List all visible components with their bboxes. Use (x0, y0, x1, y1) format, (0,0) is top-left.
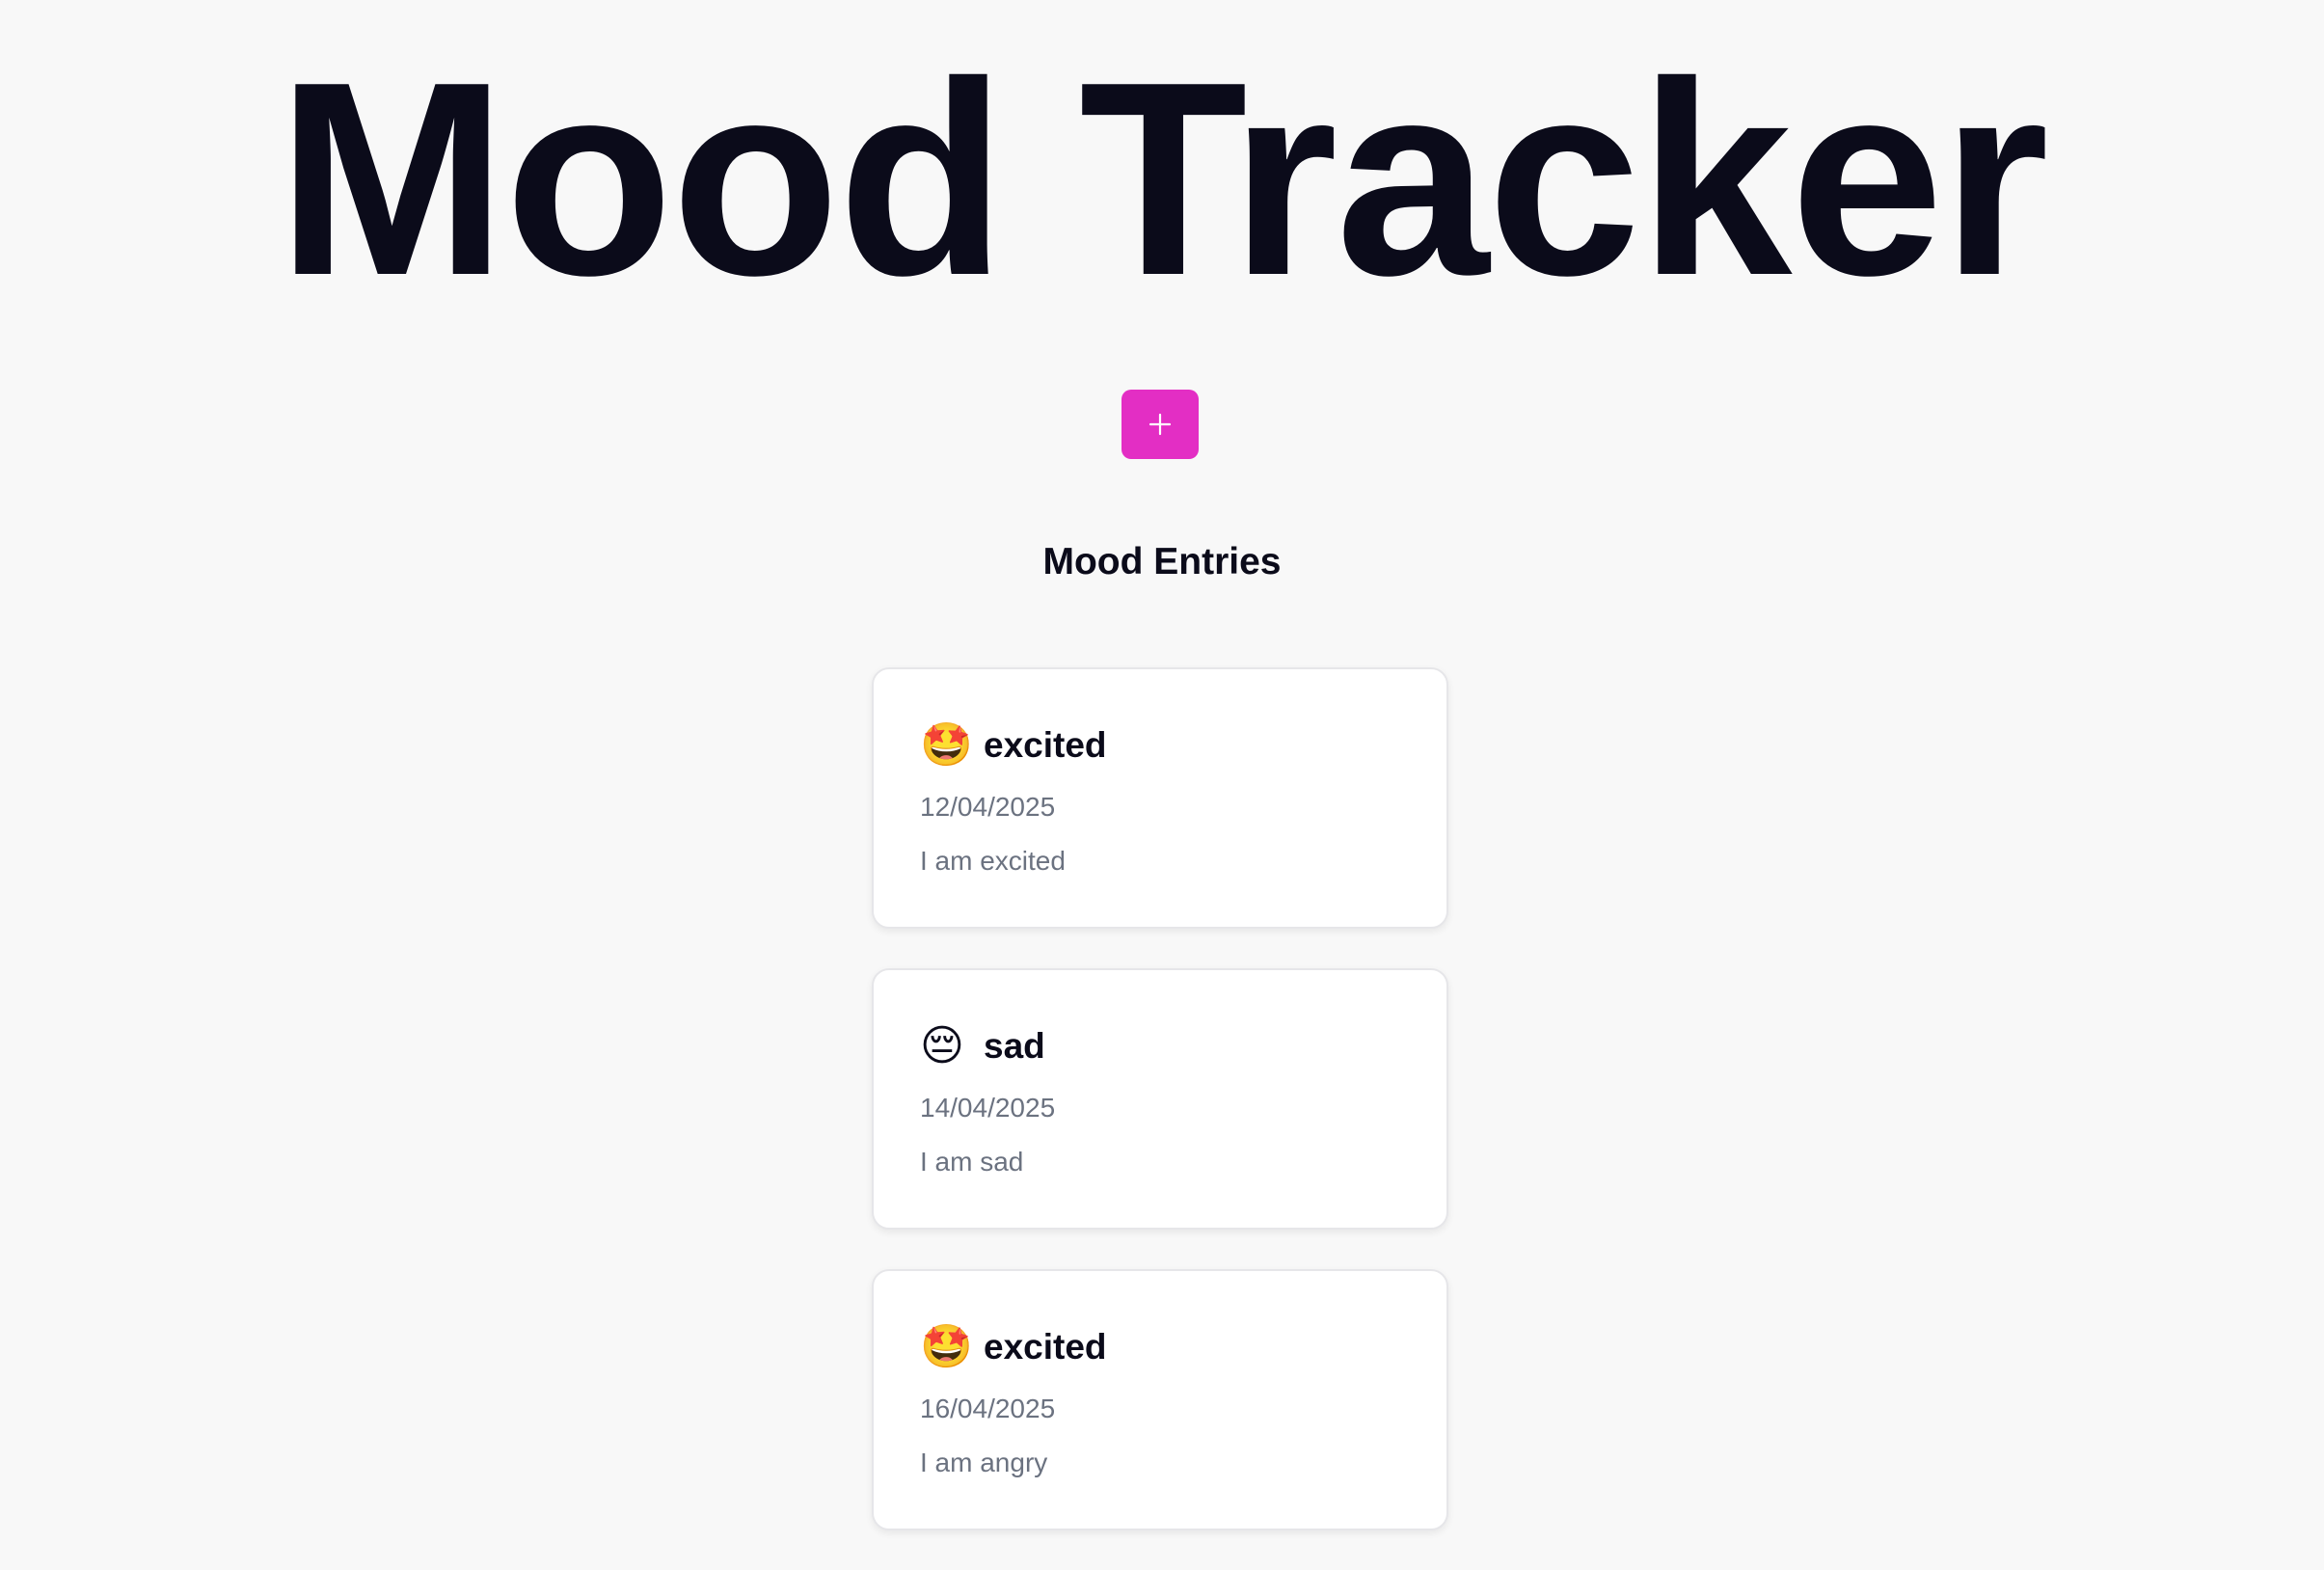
entry-card: 🤩 excited 12/04/2025 I am excited (872, 667, 1448, 929)
entry-header: 🤩 excited (920, 1323, 1107, 1371)
mood-tracker-app: Mood Tracker Mood Entries 🤩 excited 12/0… (0, 0, 2324, 1560)
star-struck-face-icon: 🤩 (920, 1322, 973, 1371)
entry-header: 🤩 excited (920, 721, 1107, 770)
entry-card: 😔 sad 14/04/2025 I am sad (872, 968, 1448, 1230)
entry-note: I am excited (920, 846, 1066, 876)
add-entry-button[interactable] (1121, 390, 1199, 459)
star-struck-face-icon: 🤩 (920, 720, 973, 770)
entry-date: 12/04/2025 (920, 792, 1056, 822)
entry-card: 🤩 excited 16/04/2025 I am angry (872, 1269, 1448, 1530)
page-title: Mood Tracker (277, 24, 2049, 333)
entry-date: 14/04/2025 (920, 1093, 1056, 1123)
mood-label: excited (984, 1327, 1107, 1367)
entry-header: 😔 sad (920, 1022, 1045, 1070)
mood-label: excited (984, 725, 1107, 765)
entry-note: I am angry (920, 1448, 1048, 1477)
entries-list: 🤩 excited 12/04/2025 I am excited 😔 sad … (872, 667, 1448, 1570)
entries-section-title: Mood Entries (1042, 541, 1282, 582)
entry-date: 16/04/2025 (920, 1394, 1056, 1423)
mood-label: sad (984, 1026, 1045, 1066)
plus-icon (1148, 413, 1172, 436)
entry-note: I am sad (920, 1147, 1024, 1177)
pensive-face-icon: 😔 (920, 1021, 964, 1070)
